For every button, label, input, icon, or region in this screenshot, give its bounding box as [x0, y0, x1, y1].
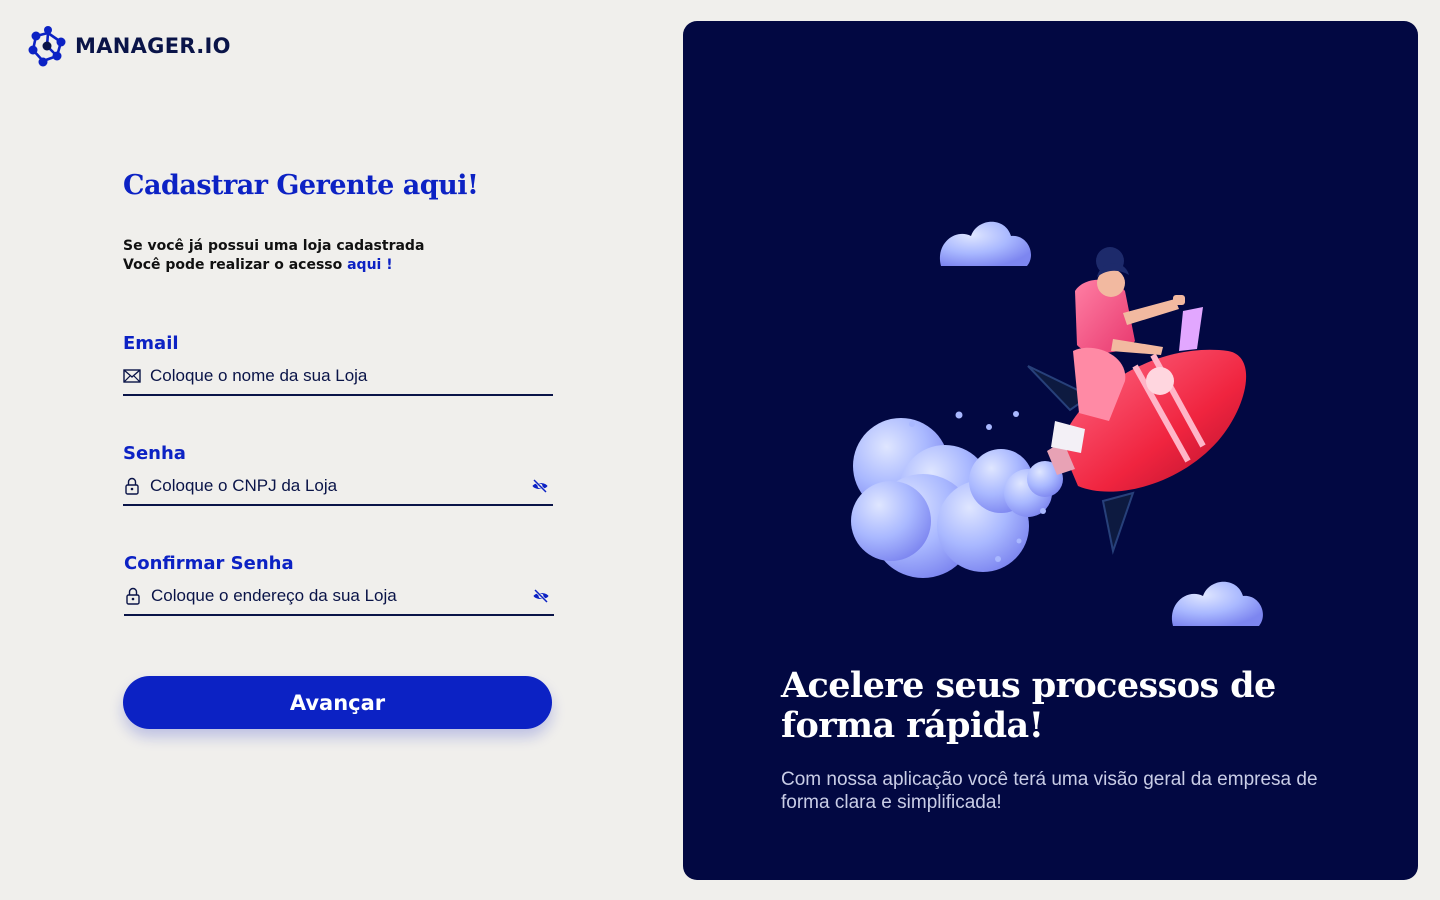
password-field-group: Senha — [123, 443, 553, 506]
login-note: Se você já possui uma loja cadastrada Vo… — [123, 237, 553, 275]
hero-panel: Acelere seus processos de forma rápida! … — [683, 21, 1418, 880]
envelope-icon — [123, 367, 141, 385]
confirm-password-field-group: Confirmar Senha — [124, 553, 554, 616]
lock-icon — [124, 587, 142, 605]
eye-slash-icon[interactable] — [532, 588, 550, 604]
login-link[interactable]: aqui ! — [347, 257, 393, 273]
confirm-password-input[interactable] — [151, 586, 532, 606]
email-input-row — [123, 364, 553, 396]
brand-name: MANAGER.IO — [75, 34, 231, 58]
network-logo-icon — [28, 26, 66, 67]
submit-button[interactable]: Avançar — [123, 676, 552, 729]
woman-riding-rocket-illustration — [851, 221, 1264, 626]
brand-logo: MANAGER.IO — [27, 24, 231, 68]
email-label: Email — [123, 333, 179, 354]
page-title: Cadastrar Gerente aqui! — [123, 170, 479, 201]
confirm-password-label: Confirmar Senha — [124, 553, 294, 574]
register-form: Cadastrar Gerente aqui! Se você já possu… — [123, 170, 554, 616]
note-line-1: Se você já possui uma loja cadastrada — [123, 238, 425, 254]
panel-subtext: Com nossa aplicação você terá uma visão … — [781, 769, 1318, 813]
email-input[interactable] — [150, 366, 553, 386]
note-line-2: Você pode realizar o acesso — [123, 257, 348, 273]
password-input[interactable] — [150, 476, 531, 496]
confirm-password-input-row — [124, 584, 554, 616]
password-label: Senha — [123, 443, 186, 464]
lock-icon — [123, 477, 141, 495]
panel-heading: Acelere seus processos de forma rápida! — [781, 665, 1276, 746]
password-input-row — [123, 474, 553, 506]
eye-slash-icon[interactable] — [531, 478, 549, 494]
email-field-group: Email — [123, 333, 553, 396]
